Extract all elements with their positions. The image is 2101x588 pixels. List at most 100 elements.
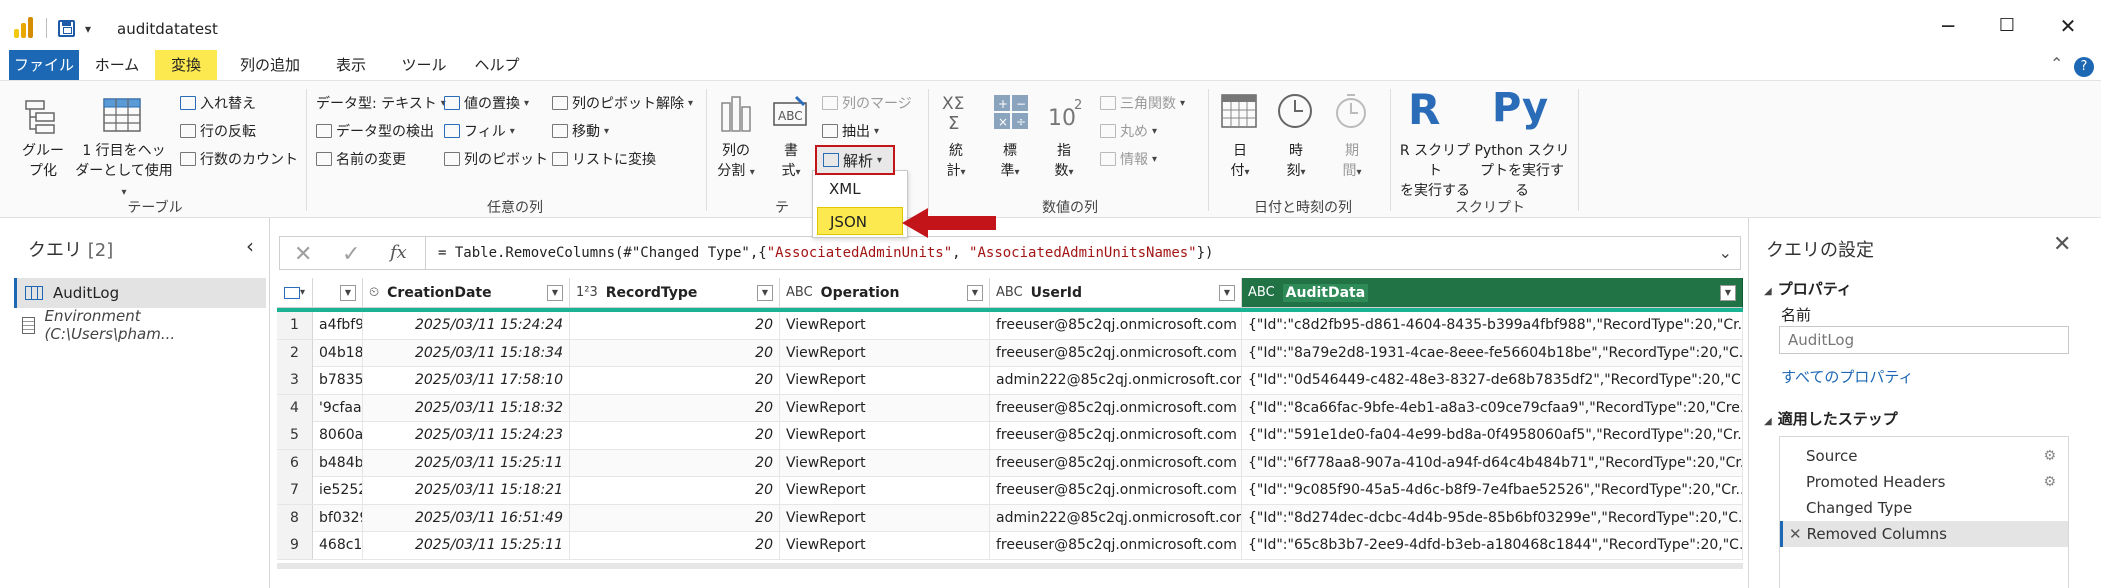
- step-source[interactable]: Source ⚙: [1780, 443, 2068, 469]
- delete-step-icon[interactable]: ✕: [1789, 525, 1802, 543]
- query-item-environment[interactable]: Environment (C:\Users\pham...: [14, 307, 266, 343]
- step-changed-type[interactable]: Changed Type: [1780, 495, 2068, 521]
- table-cell-rt[interactable]: 20: [570, 449, 780, 477]
- count-rows-button[interactable]: 行数のカウント: [180, 149, 298, 169]
- table-cell-date[interactable]: 2025/03/11 15:24:24: [363, 312, 570, 339]
- table-row[interactable]: 204b18be2025/03/11 15:18:3420ViewReportf…: [277, 339, 1743, 367]
- table-cell-user[interactable]: freeuser@85c2qj.onmicrosoft.com: [990, 477, 1242, 504]
- table-cell-rt[interactable]: 20: [570, 339, 780, 367]
- filter-dropdown-icon[interactable]: ▼: [757, 285, 773, 301]
- run-python-script-button[interactable]: Python スクリ プトを実行する: [1474, 141, 1570, 201]
- query-name-input[interactable]: AuditLog: [1779, 326, 2069, 354]
- split-column-button[interactable]: 列の 分割 ▾: [712, 141, 760, 183]
- pivot-column-button[interactable]: 列のピボット: [444, 149, 548, 169]
- table-row[interactable]: 3b7835df22025/03/11 17:58:1020ViewReport…: [277, 367, 1743, 395]
- table-cell-date[interactable]: 2025/03/11 15:18:34: [363, 339, 570, 367]
- group-by-button[interactable]: グルー プ化: [20, 141, 66, 181]
- table-cell-rt[interactable]: 20: [570, 367, 780, 394]
- table-cell-op[interactable]: ViewReport: [780, 532, 990, 559]
- save-icon[interactable]: [58, 20, 75, 37]
- table-cell-op[interactable]: ViewReport: [780, 367, 990, 394]
- table-row[interactable]: 58060af52025/03/11 15:24:2320ViewReportf…: [277, 422, 1743, 450]
- table-cell-audit[interactable]: {"Id":"0d546449-c482-48e3-8327-de68b7835…: [1242, 367, 1743, 394]
- table-cell-user[interactable]: freeuser@85c2qj.onmicrosoft.com: [990, 422, 1242, 449]
- column-header-recordtype[interactable]: 1²3 RecordType ▼: [570, 278, 780, 308]
- table-cell-id[interactable]: a4fbf988: [313, 312, 363, 339]
- table-cell-date[interactable]: 2025/03/11 17:58:10: [363, 367, 570, 394]
- step-promoted-headers[interactable]: Promoted Headers ⚙: [1780, 469, 2068, 495]
- menu-tools[interactable]: ツール: [396, 50, 452, 80]
- scientific-button[interactable]: 指 数▾: [1046, 141, 1082, 183]
- table-cell-user[interactable]: admin222@85c2qj.onmicrosoft.com: [990, 367, 1242, 394]
- row-number[interactable]: 3: [277, 367, 313, 394]
- menu-view[interactable]: 表示: [326, 50, 376, 80]
- filter-dropdown-icon[interactable]: ▼: [967, 285, 983, 301]
- close-icon[interactable]: ✕: [2053, 232, 2071, 257]
- first-row-header-button[interactable]: 1 行目をヘッ ダーとして使用 ▾: [72, 141, 176, 203]
- table-cell-audit[interactable]: {"Id":"8ca66fac-9bfe-4eb1-a8a3-c09ce79cf…: [1242, 394, 1743, 422]
- filter-dropdown-icon[interactable]: ▼: [1720, 285, 1736, 301]
- menu-transform[interactable]: 変換: [155, 50, 217, 80]
- table-cell-id[interactable]: b484b71: [313, 449, 363, 477]
- table-cell-op[interactable]: ViewReport: [780, 504, 990, 532]
- chevron-up-icon[interactable]: ⌃: [2050, 54, 2063, 73]
- table-cell-audit[interactable]: {"Id":"c8d2fb95-d861-4604-8435-b399a4fbf…: [1242, 312, 1743, 339]
- menu-help[interactable]: ヘルプ: [468, 50, 526, 80]
- step-removed-columns[interactable]: ✕ Removed Columns: [1780, 521, 2068, 547]
- move-button[interactable]: 移動 ▾: [552, 121, 609, 141]
- gear-icon[interactable]: ⚙: [2043, 469, 2056, 495]
- row-number[interactable]: 5: [277, 422, 313, 449]
- table-row[interactable]: 1a4fbf9882025/03/11 15:24:2420ViewReport…: [277, 312, 1743, 340]
- merge-columns-button[interactable]: 列のマージ: [822, 93, 912, 113]
- quick-access-dropdown-icon[interactable]: ▾: [85, 22, 91, 36]
- formula-input[interactable]: = Table.RemoveColumns(#"Changed Type",{"…: [438, 245, 1213, 261]
- standard-button[interactable]: 標 準▾: [992, 141, 1028, 183]
- table-cell-rt[interactable]: 20: [570, 532, 780, 559]
- row-number[interactable]: 1: [277, 312, 313, 339]
- row-number[interactable]: 9: [277, 532, 313, 559]
- table-cell-date[interactable]: 2025/03/11 15:24:23: [363, 422, 570, 449]
- table-cell-audit[interactable]: {"Id":"8a79e2d8-1931-4cae-8eee-fe56604b1…: [1242, 339, 1743, 367]
- information-button[interactable]: 情報 ▾: [1100, 149, 1157, 169]
- extract-button[interactable]: 抽出 ▾: [822, 121, 879, 141]
- table-cell-op[interactable]: ViewReport: [780, 394, 990, 422]
- run-r-script-button[interactable]: R スクリプト を実行する: [1394, 141, 1476, 201]
- table-cell-rt[interactable]: 20: [570, 394, 780, 422]
- column-header-auditdata[interactable]: ABC AuditData ▼: [1242, 278, 1743, 308]
- table-cell-audit[interactable]: {"Id":"9c085f90-45a5-4d6c-b8f9-7e4fbae52…: [1242, 477, 1743, 504]
- table-cell-id[interactable]: bf03299e: [313, 504, 363, 532]
- table-row[interactable]: 8bf03299e2025/03/11 16:51:4920ViewReport…: [277, 504, 1743, 532]
- gear-icon[interactable]: ⚙: [2043, 443, 2056, 469]
- row-number[interactable]: 4: [277, 394, 313, 422]
- table-cell-audit[interactable]: {"Id":"6f778aa8-907a-410d-a94f-d64c4b484…: [1242, 449, 1743, 477]
- filter-dropdown-icon[interactable]: ▼: [1219, 285, 1235, 301]
- replace-values-button[interactable]: 値の置換 ▾: [444, 93, 529, 113]
- column-header-creationdate[interactable]: ⏲ CreationDate ▼: [363, 278, 570, 308]
- table-cell-audit[interactable]: {"Id":"591e1de0-fa04-4e99-bd8a-0f4958060…: [1242, 422, 1743, 449]
- table-cell-user[interactable]: admin222@85c2qj.onmicrosoft.com: [990, 504, 1242, 532]
- cancel-formula-icon[interactable]: ✕: [294, 242, 312, 267]
- column-header-userid[interactable]: ABC UserId ▼: [990, 278, 1242, 308]
- table-cell-user[interactable]: freeuser@85c2qj.onmicrosoft.com: [990, 449, 1242, 477]
- format-button[interactable]: 書 式▾: [774, 141, 808, 183]
- table-cell-id[interactable]: '9cfaa9: [313, 394, 363, 422]
- applied-steps-section[interactable]: ◢ 適用したステップ: [1764, 408, 1898, 429]
- data-type-dropdown[interactable]: データ型: テキスト ▾: [316, 93, 446, 113]
- rename-button[interactable]: 名前の変更: [316, 149, 406, 169]
- table-cell-op[interactable]: ViewReport: [780, 449, 990, 477]
- expand-formula-icon[interactable]: ⌄: [1719, 243, 1732, 262]
- table-cell-date[interactable]: 2025/03/11 15:25:11: [363, 532, 570, 559]
- properties-section[interactable]: ◢ プロパティ: [1764, 278, 1852, 299]
- table-cell-id[interactable]: ie52526: [313, 477, 363, 504]
- convert-to-list-button[interactable]: リストに変換: [552, 149, 656, 169]
- detect-type-button[interactable]: データ型の検出: [316, 121, 434, 141]
- column-header-id[interactable]: ▼: [313, 278, 363, 308]
- help-icon[interactable]: ?: [2074, 57, 2094, 77]
- table-cell-rt[interactable]: 20: [570, 422, 780, 449]
- maximize-button[interactable]: ☐: [1987, 12, 2027, 42]
- parse-button[interactable]: 解析 ▾: [815, 145, 895, 175]
- table-cell-date[interactable]: 2025/03/11 15:25:11: [363, 449, 570, 477]
- close-button[interactable]: ✕: [2048, 12, 2088, 42]
- table-cell-user[interactable]: freeuser@85c2qj.onmicrosoft.com: [990, 339, 1242, 367]
- parse-xml-item[interactable]: XML: [817, 175, 903, 203]
